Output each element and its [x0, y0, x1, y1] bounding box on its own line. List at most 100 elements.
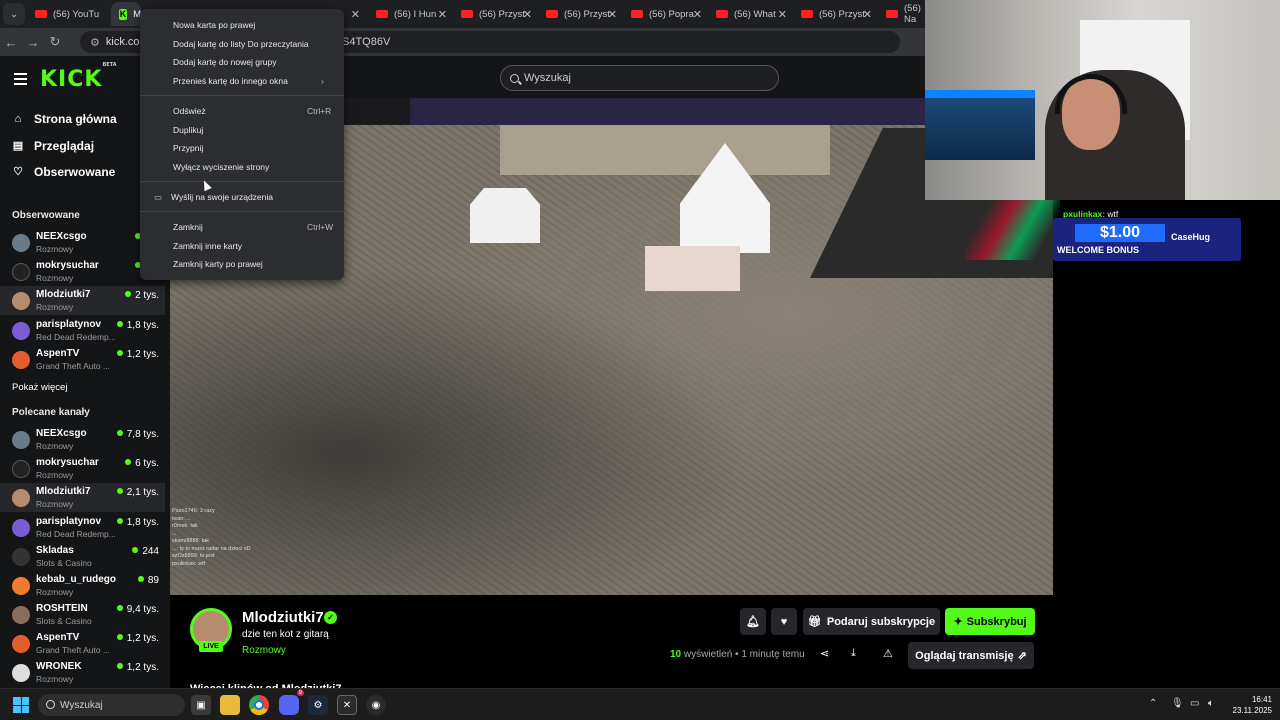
volume-icon[interactable]: 🔈︎	[1208, 698, 1214, 709]
avatar	[12, 519, 30, 537]
discord-icon[interactable]: 9	[279, 690, 304, 715]
menu-item-close-others[interactable]: Zamknij inne karty	[173, 241, 242, 251]
follow-heart-button[interactable]: ♥	[771, 608, 797, 635]
menu-item-reload[interactable]: Odśwież Ctrl+R	[173, 106, 331, 116]
menu-item-close[interactable]: Zamknij Ctrl+W	[173, 222, 333, 232]
nav-browse[interactable]: ▤ Przeglądaj	[12, 139, 94, 153]
close-icon[interactable]: ✕	[438, 8, 447, 21]
view-count: 10 wyświetleń • 1 minutę temu	[670, 649, 805, 660]
microphone-icon[interactable]: 🎙︎	[1171, 698, 1184, 709]
stream-title: dzie ten kot z gitarą	[242, 629, 329, 640]
address-bar: ← → ↻ ⚙ kick.com S4TQ86V	[0, 28, 925, 56]
download-icon[interactable]: ⤓	[851, 647, 856, 660]
menu-icon[interactable]	[14, 73, 27, 88]
chrome-icon[interactable]	[249, 695, 269, 715]
report-icon[interactable]: ⚠	[883, 647, 893, 660]
heart-icon: ♡	[13, 166, 23, 178]
close-icon[interactable]: ✕	[351, 8, 360, 21]
back-icon[interactable]: ←	[0, 35, 22, 50]
watch-stream-button[interactable]: Oglądaj transmisję ⇗	[908, 642, 1034, 669]
recommended-channel[interactable]: Mlodziutki7 Rozmowy 2,1 tys.	[0, 483, 165, 512]
tent	[470, 188, 540, 243]
heart-icon: ♥	[780, 615, 788, 628]
followed-channel[interactable]: Mlodziutki7 Rozmowy 2 tys.	[0, 286, 165, 315]
sponsor-ad: $1.00 WELCOME BONUS CaseHug	[1053, 218, 1241, 261]
menu-item-move-to-window[interactable]: Przenieś kartę do innego okna ›	[173, 76, 324, 86]
recommended-channel[interactable]: kebab_u_rudego Rozmowy 89	[0, 571, 165, 600]
file-explorer-icon[interactable]	[220, 695, 240, 715]
reload-icon[interactable]: ↻	[44, 34, 66, 50]
app-icon[interactable]: ✕	[337, 695, 357, 715]
clock[interactable]: 16:41 23.11.2025	[1226, 694, 1272, 716]
tab-youtube-8[interactable]: (56) Na	[878, 2, 925, 26]
tray-overflow-icon[interactable]: ⌃	[1149, 698, 1157, 709]
menu-item-close-right[interactable]: Zamknij karty po prawej	[173, 259, 263, 269]
tab-search-button[interactable]: ⌄	[3, 3, 25, 25]
obs-icon[interactable]: ◉	[366, 695, 386, 715]
close-icon[interactable]: ✕	[778, 8, 787, 21]
recommended-channel[interactable]: parisplatynov Red Dead Redemp... 1,8 tys.	[0, 513, 165, 542]
recommended-channel[interactable]: WRONEK Rozmowy 1,2 tys.	[0, 658, 165, 687]
external-link-icon: ⇗	[1017, 650, 1027, 662]
kick-logo[interactable]: KICKBETA	[40, 62, 117, 92]
menu-item-unmute-site[interactable]: Wyłącz wyciszenie strony	[173, 162, 269, 172]
menu-item-pin[interactable]: Przypnij	[173, 143, 203, 153]
tab-youtube-2[interactable]: (56) I Hun ✕	[368, 2, 453, 26]
avatar	[12, 664, 30, 682]
tab-youtube-3[interactable]: (56) Przyst ✕	[453, 2, 538, 26]
close-icon[interactable]: ✕	[608, 8, 617, 21]
gift-subs-button[interactable]: 🎁︎ Podaruj subskrypcje	[803, 608, 940, 635]
tab-youtube-5[interactable]: (56) Popra ✕	[623, 2, 708, 26]
followed-channel[interactable]: AspenTV Grand Theft Auto ... 1,2 tys.	[0, 345, 165, 374]
tab-youtube-6[interactable]: (56) What ✕	[708, 2, 793, 26]
recommended-channel[interactable]: ROSHTEIN Slots & Casino 9,4 tys.	[0, 600, 165, 629]
star-icon: ✦	[953, 616, 963, 628]
close-icon[interactable]: ✕	[693, 8, 702, 21]
show-more-link[interactable]: Pokaż więcej	[12, 382, 67, 393]
subscribe-button[interactable]: ✦ Subskrybuj	[945, 608, 1035, 635]
recommended-channel[interactable]: mokrysuchar Rozmowy 6 tys.	[0, 454, 165, 483]
menu-item-new-tab-right[interactable]: Nowa karta po prawej	[173, 20, 255, 30]
nav-home[interactable]: ⌂ Strona główna	[12, 112, 117, 126]
menu-item-add-reading-list[interactable]: Dodaj kartę do listy Do przeczytania	[173, 39, 309, 49]
notification-bell-button[interactable]: 🔔︎	[740, 608, 766, 635]
tab-close-kick[interactable]: ✕	[344, 2, 366, 26]
steam-icon[interactable]: ⚙	[308, 695, 328, 715]
avatar	[12, 431, 30, 449]
stream-category[interactable]: Rozmowy	[242, 645, 286, 656]
tab-youtube-7[interactable]: (56) Przyst ✕	[793, 2, 878, 26]
site-info-icon[interactable]: ⚙	[90, 36, 100, 49]
recommended-channel[interactable]: AspenTV Grand Theft Auto ... 1,2 tys.	[0, 629, 165, 658]
aquarium	[925, 90, 1035, 160]
taskbar: Wyszukaj ▣ 9 ⚙ ✕ ◉ ⌃ 🎙︎ ▭ 🔈︎ 16:41 23.11.…	[0, 688, 1280, 720]
nav-following[interactable]: ♡ Obserwowane	[12, 165, 115, 179]
forward-icon[interactable]: →	[22, 35, 44, 50]
tab-youtube-1[interactable]: (56) YouTu	[27, 2, 111, 26]
avatar	[12, 635, 30, 653]
avatar	[12, 322, 30, 340]
close-icon[interactable]: ✕	[863, 8, 872, 21]
tab-kick[interactable]: KM	[111, 2, 141, 26]
youtube-icon	[886, 10, 898, 18]
menu-item-duplicate[interactable]: Duplikuj	[173, 125, 203, 135]
tab-youtube-4[interactable]: (56) Przyst ✕	[538, 2, 623, 26]
display-icon[interactable]: ▭	[1190, 698, 1199, 709]
streamer-name[interactable]: Mlodziutki7	[242, 609, 324, 626]
chevron-right-icon: ›	[321, 76, 324, 86]
menu-item-add-new-group[interactable]: Dodaj kartę do nowej grupy	[173, 57, 276, 67]
menu-item-send-to-devices[interactable]: ▭ Wyślij na swoje urządzenia	[154, 192, 273, 203]
recommended-channel[interactable]: Skladas Slots & Casino 244	[0, 542, 165, 571]
avatar	[12, 606, 30, 624]
recommended-channel[interactable]: NEEXcsgo Rozmowy 7,8 tys.	[0, 425, 165, 454]
search-input[interactable]: Wyszukaj	[500, 65, 779, 91]
video-top-strip	[410, 98, 925, 125]
close-icon[interactable]: ✕	[523, 8, 532, 21]
bell-icon: 🔔︎	[746, 616, 760, 628]
taskbar-search[interactable]: Wyszukaj	[38, 694, 185, 716]
followed-channel[interactable]: parisplatynov Red Dead Redemp... 1,8 tys.	[0, 316, 165, 345]
task-view-icon[interactable]: ▣	[191, 695, 211, 715]
recommended-section-title: Polecane kanały	[12, 407, 90, 418]
windows-start-icon[interactable]	[13, 697, 29, 713]
share-icon[interactable]: ⋖	[820, 647, 829, 660]
webcam-feed	[925, 0, 1280, 200]
